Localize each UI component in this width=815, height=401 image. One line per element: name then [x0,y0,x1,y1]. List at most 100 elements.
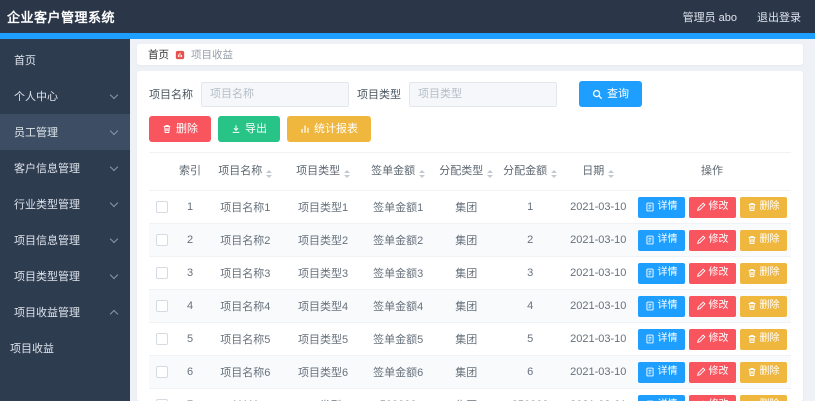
sidebar-item-2[interactable]: 个人中心 [0,78,130,114]
top-header: 企业客户管理系统 管理员 abo 退出登录 [0,0,815,33]
column-label: 日期 [582,165,605,178]
cell-alloc_amount: 2 [496,223,564,257]
row-checkbox[interactable] [156,234,168,247]
cell-alloc_amount: 5 [496,322,564,356]
row-edit-button[interactable]: 修改 [688,394,736,401]
chevron-down-icon [109,234,119,243]
cell-index: 5 [175,322,205,356]
row-checkbox[interactable] [156,333,168,346]
cell-alloc_amount: 1 [496,190,564,224]
cell-name: 项目名称2 [205,223,286,257]
sidebar-item-1[interactable]: 首页 [0,42,130,78]
search-form: 项目名称 项目类型 查询 [149,81,791,107]
row-actions: 详情 修改 删除 [633,355,791,389]
trash-icon [162,124,172,134]
row-checkbox[interactable] [156,201,168,214]
document-icon [645,334,655,344]
pencil-icon [696,301,706,311]
table-row: 5 项目名称5 项目类型5 签单金额5 集团 5 2021-03-10 详情 修改 删除 [149,322,791,356]
delete-button[interactable]: 删除 [149,116,211,142]
row-edit-button[interactable]: 修改 [688,196,736,218]
row-detail-label: 详情 [657,333,678,344]
sidebar-item-4[interactable]: 客户信息管理 [0,150,130,186]
sort-icon[interactable] [487,170,494,179]
sort-icon[interactable] [608,170,615,179]
cell-sign_amount: 500000 [360,388,436,401]
row-delete-button[interactable]: 删除 [739,229,787,251]
column-label: 分配金额 [503,165,548,178]
bar-chart-icon [300,124,310,134]
row-edit-button[interactable]: 修改 [688,295,736,317]
chevron-up-icon [109,309,119,318]
table-row: 3 项目名称3 项目类型3 签单金额3 集团 3 2021-03-10 详情 修改 删除 [149,256,791,290]
sidebar-item-6[interactable]: 项目信息管理 [0,222,130,258]
row-detail-button[interactable]: 详情 [637,262,685,284]
row-checkbox[interactable] [156,366,168,379]
row-delete-button[interactable]: 删除 [739,196,787,218]
row-detail-button[interactable]: 详情 [637,361,685,383]
row-edit-button[interactable]: 修改 [688,328,736,350]
chevron-down-icon [109,90,119,99]
cell-type: XX类型 [285,388,361,401]
sort-icon[interactable] [419,170,426,179]
row-delete-button[interactable]: 删除 [739,328,787,350]
column-header[interactable]: 项目名称 [205,152,286,191]
table-row: 2 项目名称2 项目类型2 签单金额2 集团 2 2021-03-10 详情 修改 删除 [149,223,791,257]
project-type-input[interactable] [409,81,557,107]
column-header[interactable]: 项目类型 [285,152,361,191]
sort-icon[interactable] [344,170,351,179]
cell-type: 项目类型3 [285,256,361,290]
column-header[interactable]: 签单金额 [360,152,436,191]
row-edit-button[interactable]: 修改 [688,361,736,383]
sidebar-item-label: 项目类型管理 [14,271,80,283]
sidebar-item-9[interactable]: 项目收益 [0,330,130,366]
row-checkbox[interactable] [156,267,168,280]
current-user[interactable]: 管理员 abo [683,9,737,25]
pencil-icon [696,268,706,278]
row-detail-button[interactable]: 详情 [637,229,685,251]
cell-name: 项目名称1 [205,190,286,224]
sidebar-item-label: 首页 [14,55,36,67]
row-detail-button[interactable]: 详情 [637,196,685,218]
table-toolbar: 删除 导出 统计报表 [149,116,791,142]
column-header[interactable]: 分配金额 [496,152,564,191]
row-edit-label: 修改 [708,300,729,311]
row-edit-button[interactable]: 修改 [688,262,736,284]
row-delete-button[interactable]: 删除 [739,295,787,317]
sidebar-item-3[interactable]: 员工管理 [0,114,130,150]
search-button[interactable]: 查询 [579,81,642,107]
project-name-input[interactable] [201,81,349,107]
row-detail-button[interactable]: 详情 [637,394,685,401]
cell-index: 1 [175,190,205,224]
cell-sign_amount: 签单金额3 [360,256,436,290]
cell-type: 项目类型6 [285,355,361,389]
row-edit-button[interactable]: 修改 [688,229,736,251]
sidebar-item-label: 项目信息管理 [14,235,80,247]
row-delete-button[interactable]: 删除 [739,394,787,401]
row-actions: 详情 修改 删除 [633,256,791,290]
row-delete-button[interactable]: 删除 [739,361,787,383]
app-title: 企业客户管理系统 [7,10,116,25]
sort-icon[interactable] [266,170,273,179]
logout-link[interactable]: 退出登录 [757,9,801,25]
sidebar-item-8[interactable]: 项目收益管理 [0,294,130,330]
sidebar-item-7[interactable]: 项目类型管理 [0,258,130,294]
row-detail-button[interactable]: 详情 [637,295,685,317]
sidebar-item-5[interactable]: 行业类型管理 [0,186,130,222]
cell-type: 项目类型2 [285,223,361,257]
trash-icon [747,301,757,311]
column-label: 项目名称 [218,165,263,178]
export-button[interactable]: 导出 [218,116,280,142]
row-delete-button[interactable]: 删除 [739,262,787,284]
column-header[interactable]: 分配类型 [435,152,497,191]
row-detail-button[interactable]: 详情 [637,328,685,350]
breadcrumb-separator-icon [175,50,185,60]
breadcrumb-home-link[interactable]: 首页 [148,47,169,62]
document-icon [645,367,655,377]
main-content: 首页 项目收益 项目名称 项目类型 查询 [130,39,815,401]
row-checkbox[interactable] [156,300,168,313]
column-header[interactable]: 日期 [563,152,633,191]
sort-icon[interactable] [551,170,558,179]
row-actions: 详情 修改 删除 [633,289,791,323]
report-button[interactable]: 统计报表 [287,116,371,142]
